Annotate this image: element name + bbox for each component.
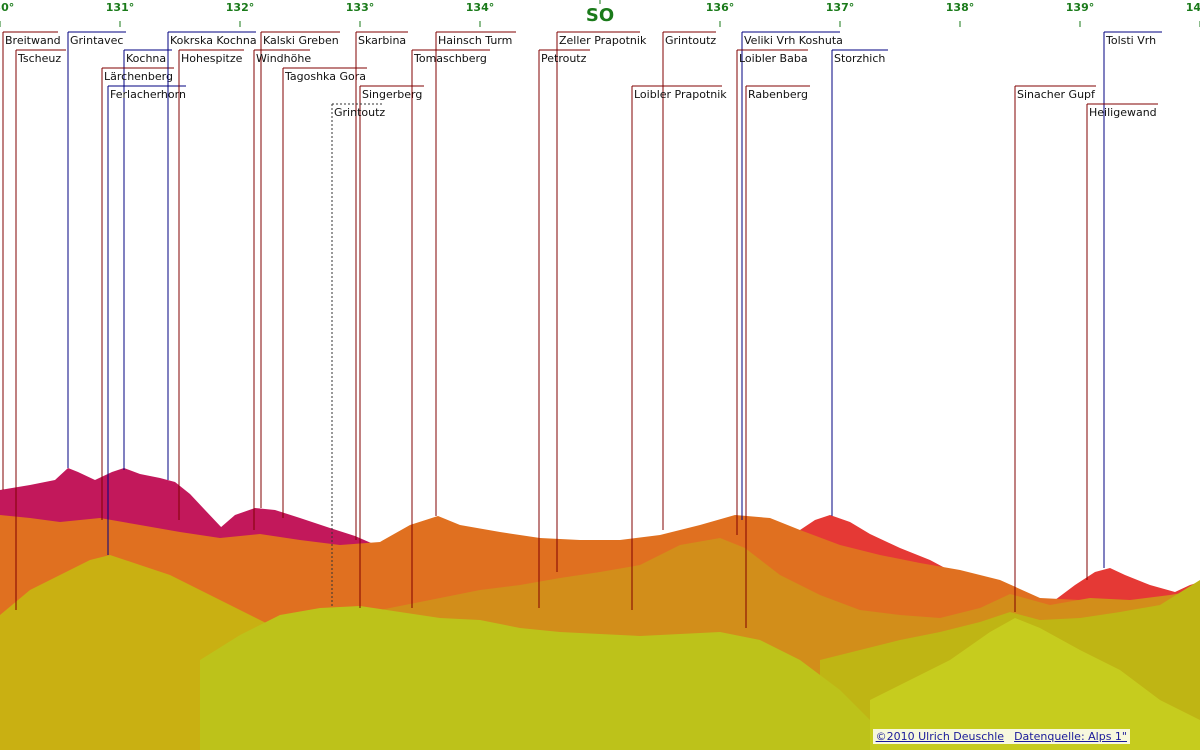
degree-label: 133°	[346, 1, 374, 14]
degree-label: 140°	[1186, 1, 1200, 14]
peak-label: Skarbina	[358, 34, 406, 47]
panorama-view: 130° 131° 132° 133° 134° SO 136° 137° 13…	[0, 0, 1200, 750]
peak-label: Heiligewand	[1089, 106, 1157, 119]
peak-label: Tscheuz	[17, 52, 61, 65]
peak-label: Zeller Prapotnik	[559, 34, 647, 47]
degree-label: 134°	[466, 1, 494, 14]
peak-marker[interactable]: Grintoutz	[662, 31, 716, 530]
peak-marker[interactable]: Lärchenberg	[101, 67, 174, 520]
peak-label: Veliki Vrh Koshuta	[744, 34, 843, 47]
peak-label: Hohespitze	[181, 52, 243, 65]
peak-label: Grintavec	[70, 34, 123, 47]
peak-marker[interactable]: Loibler Baba	[736, 49, 808, 535]
copyright-link[interactable]: ©2010 Ulrich Deuschle	[876, 730, 1004, 743]
footer: ©2010 Ulrich Deuschle Datenquelle: Alps …	[872, 729, 1130, 744]
peak-label: Tolsti Vrh	[1105, 34, 1156, 47]
peak-marker[interactable]: Petroutz	[538, 49, 590, 608]
peak-label: Kokrska Kochna	[170, 34, 257, 47]
peak-label: Loibler Prapotnik	[634, 88, 727, 101]
peak-label: Rabenberg	[748, 88, 808, 101]
degree-label: 137°	[826, 1, 854, 14]
peak-label: Hainsch Turm	[438, 34, 512, 47]
peak-marker[interactable]: Storzhich	[831, 49, 888, 516]
peak-label: Singerberg	[362, 88, 422, 101]
peak-marker[interactable]: Tagoshka Gora	[282, 67, 367, 518]
peak-label: Tagoshka Gora	[284, 70, 366, 83]
peak-label: Lärchenberg	[104, 70, 173, 83]
peak-label: Grintoutz	[334, 106, 385, 119]
peak-marker[interactable]: Grintoutz	[331, 103, 385, 606]
datasource-link[interactable]: Datenquelle: Alps 1"	[1014, 730, 1127, 743]
degree-label: 138°	[946, 1, 974, 14]
peak-marker[interactable]: Heiligewand	[1086, 103, 1158, 580]
peak-marker[interactable]: Hohespitze	[178, 49, 244, 520]
direction-label: SO	[586, 5, 614, 26]
peak-marker[interactable]: Zeller Prapotnik	[556, 31, 647, 572]
peak-marker[interactable]: Veliki Vrh Koshuta	[741, 31, 843, 520]
peak-label: Tomaschberg	[413, 52, 487, 65]
peak-marker[interactable]: Breitwand	[2, 31, 61, 490]
peak-marker[interactable]: Hainsch Turm	[435, 31, 516, 516]
peak-label: Sinacher Gupf	[1017, 88, 1096, 101]
peak-label: Loibler Baba	[739, 52, 808, 65]
peak-label: Ferlacherhorn	[110, 88, 186, 101]
peak-marker[interactable]: Kochna	[123, 49, 172, 470]
peak-label: Kalski Greben	[263, 34, 339, 47]
peak-label: Grintoutz	[665, 34, 716, 47]
degree-label: 131°	[106, 1, 134, 14]
peak-marker[interactable]: Kalski Greben	[260, 31, 340, 508]
peak-label: Kochna	[126, 52, 166, 65]
peak-label: Windhöhe	[256, 52, 311, 65]
compass-scale: 130° 131° 132° 133° 134° SO 136° 137° 13…	[0, 0, 1200, 27]
degree-label: 139°	[1066, 1, 1094, 14]
degree-label: 130°	[0, 1, 14, 14]
terrain	[0, 468, 1200, 750]
peak-label: Storzhich	[834, 52, 885, 65]
degree-label: 136°	[706, 1, 734, 14]
degree-label: 132°	[226, 1, 254, 14]
peak-label: Petroutz	[541, 52, 587, 65]
peak-marker[interactable]: Sinacher Gupf	[1014, 85, 1096, 612]
peak-label: Breitwand	[5, 34, 61, 47]
